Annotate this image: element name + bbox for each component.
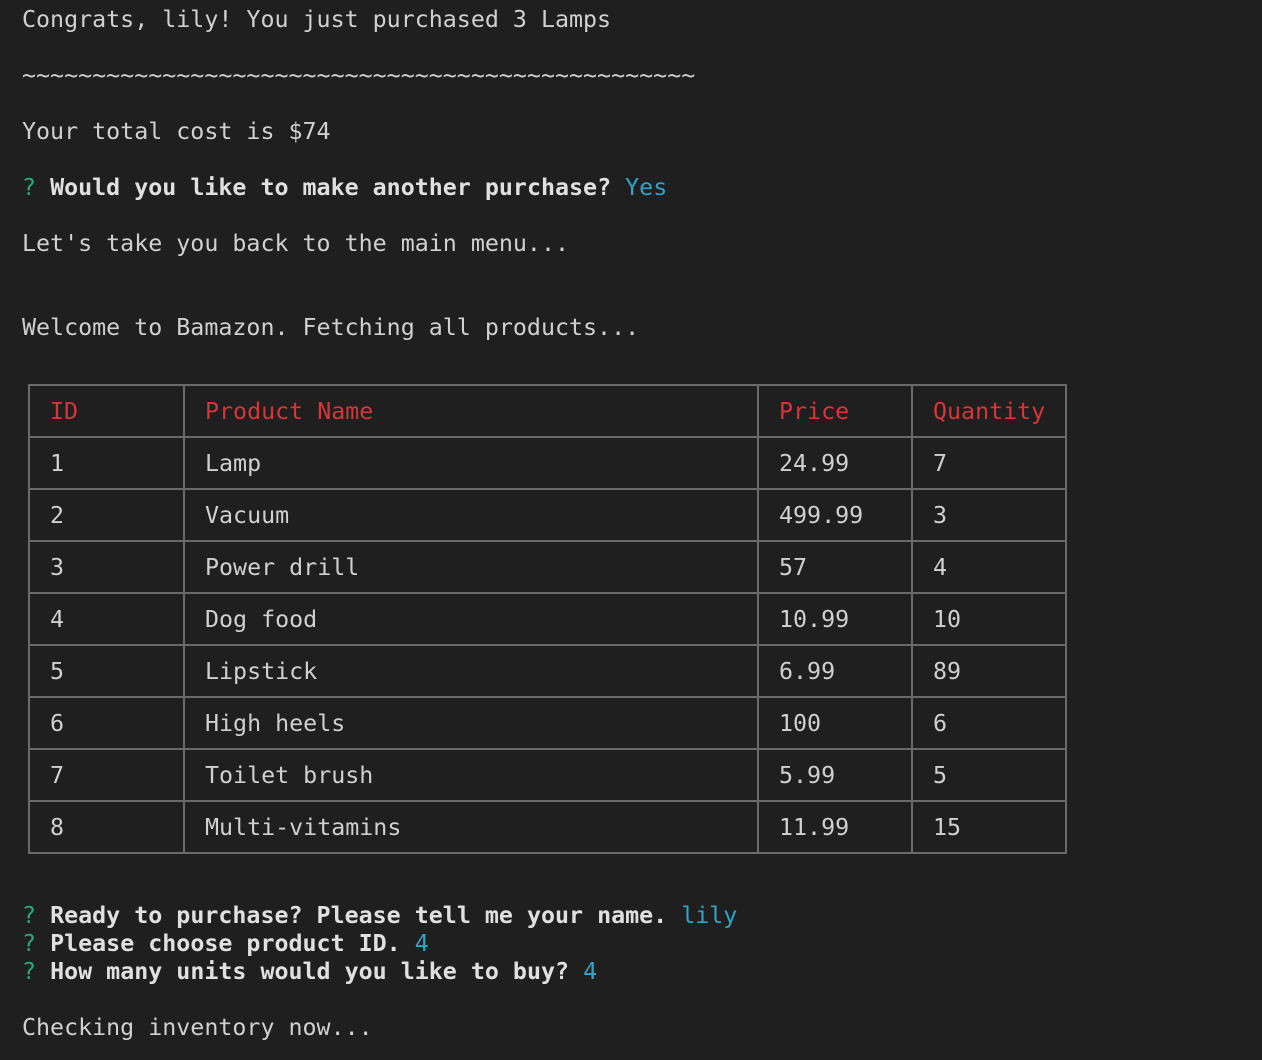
table-row: 8 Multi-vitamins 11.99 15 bbox=[28, 800, 1067, 854]
another-purchase-answer: Yes bbox=[625, 174, 668, 201]
table-row: 4 Dog food 10.99 10 bbox=[28, 592, 1067, 646]
cell-id: 5 bbox=[28, 644, 185, 698]
header-quantity: Quantity bbox=[911, 384, 1067, 438]
cell-id: 6 bbox=[28, 696, 185, 750]
units-question: How many units would you like to buy? bbox=[50, 958, 570, 985]
prompt-marker: ? bbox=[22, 958, 37, 985]
header-product-name: Product Name bbox=[183, 384, 759, 438]
cell-id: 7 bbox=[28, 748, 185, 802]
cell-price: 100 bbox=[757, 696, 913, 750]
cell-id: 2 bbox=[28, 488, 185, 542]
units-prompt: ? How many units would you like to buy? … bbox=[22, 958, 597, 986]
cell-product-name: High heels bbox=[183, 696, 759, 750]
header-price: Price bbox=[757, 384, 913, 438]
product-id-question: Please choose product ID. bbox=[50, 930, 401, 957]
cell-quantity: 10 bbox=[911, 592, 1067, 646]
product-id-prompt: ? Please choose product ID. 4 bbox=[22, 930, 429, 958]
cell-product-name: Toilet brush bbox=[183, 748, 759, 802]
cell-id: 1 bbox=[28, 436, 185, 490]
cell-price: 499.99 bbox=[757, 488, 913, 542]
cell-product-name: Vacuum bbox=[183, 488, 759, 542]
cell-quantity: 4 bbox=[911, 540, 1067, 594]
cell-quantity: 5 bbox=[911, 748, 1067, 802]
cell-price: 5.99 bbox=[757, 748, 913, 802]
products-table: ID Product Name Price Quantity 1 Lamp 24… bbox=[28, 384, 1067, 854]
prompt-marker: ? bbox=[22, 174, 37, 201]
cell-id: 8 bbox=[28, 800, 185, 854]
prompt-marker: ? bbox=[22, 930, 37, 957]
table-row: 2 Vacuum 499.99 3 bbox=[28, 488, 1067, 542]
cell-product-name: Dog food bbox=[183, 592, 759, 646]
table-row: 7 Toilet brush 5.99 5 bbox=[28, 748, 1067, 802]
cell-product-name: Lamp bbox=[183, 436, 759, 490]
another-purchase-prompt: ? Would you like to make another purchas… bbox=[22, 174, 667, 202]
table-row: 3 Power drill 57 4 bbox=[28, 540, 1067, 594]
table-row: 6 High heels 100 6 bbox=[28, 696, 1067, 750]
cell-quantity: 15 bbox=[911, 800, 1067, 854]
cell-quantity: 3 bbox=[911, 488, 1067, 542]
cell-id: 3 bbox=[28, 540, 185, 594]
table-row: 1 Lamp 24.99 7 bbox=[28, 436, 1067, 490]
checking-inventory-line: Checking inventory now... bbox=[22, 1014, 373, 1041]
purchase-confirmation: Congrats, lily! You just purchased 3 Lam… bbox=[22, 6, 612, 33]
name-question: Ready to purchase? Please tell me your n… bbox=[50, 902, 668, 929]
separator-line: ~~~~~~~~~~~~~~~~~~~~~~~~~~~~~~~~~~~~~~~~… bbox=[22, 62, 696, 89]
cell-product-name: Lipstick bbox=[183, 644, 759, 698]
product-id-answer: 4 bbox=[414, 930, 429, 957]
name-prompt: ? Ready to purchase? Please tell me your… bbox=[22, 902, 737, 930]
name-answer: lily bbox=[681, 902, 738, 929]
prompt-marker: ? bbox=[22, 902, 37, 929]
cell-quantity: 7 bbox=[911, 436, 1067, 490]
cell-price: 24.99 bbox=[757, 436, 913, 490]
table-header-row: ID Product Name Price Quantity bbox=[28, 384, 1067, 438]
cell-product-name: Power drill bbox=[183, 540, 759, 594]
cell-price: 10.99 bbox=[757, 592, 913, 646]
units-answer: 4 bbox=[583, 958, 598, 985]
table-row: 5 Lipstick 6.99 89 bbox=[28, 644, 1067, 698]
cell-price: 57 bbox=[757, 540, 913, 594]
another-purchase-question: Would you like to make another purchase? bbox=[50, 174, 612, 201]
cell-quantity: 6 bbox=[911, 696, 1067, 750]
cell-price: 11.99 bbox=[757, 800, 913, 854]
back-to-menu-line: Let's take you back to the main menu... bbox=[22, 230, 570, 257]
cell-price: 6.99 bbox=[757, 644, 913, 698]
cell-id: 4 bbox=[28, 592, 185, 646]
cell-product-name: Multi-vitamins bbox=[183, 800, 759, 854]
cell-quantity: 89 bbox=[911, 644, 1067, 698]
header-id: ID bbox=[28, 384, 185, 438]
total-cost-line: Your total cost is $74 bbox=[22, 118, 331, 145]
welcome-line: Welcome to Bamazon. Fetching all product… bbox=[22, 314, 640, 341]
